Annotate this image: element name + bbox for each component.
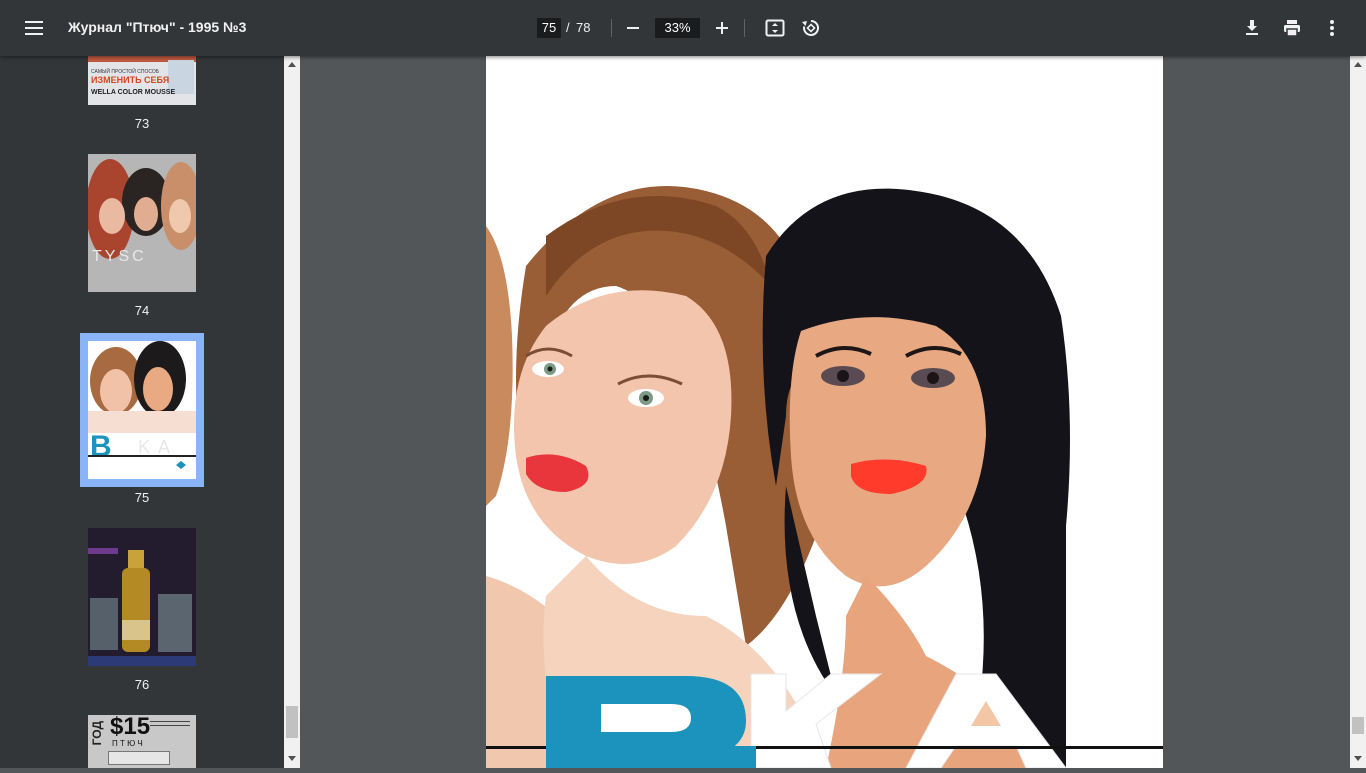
zoom-out-icon[interactable]	[621, 16, 645, 40]
thumbnail-label: 75	[134, 490, 150, 505]
menu-icon[interactable]	[22, 16, 46, 40]
svg-text:A: A	[158, 437, 170, 457]
thumbnail-sidebar: САМЫЙ ПРОСТОЙ СПОСОБ ИЗМЕНИТЬ СЕБЯ WELLA…	[0, 56, 284, 768]
zoom-in-icon[interactable]	[710, 16, 734, 40]
scrollbar-arrows	[286, 62, 298, 761]
page-total: 78	[576, 20, 591, 35]
thumbnail-label: 76	[134, 677, 150, 692]
thumbnail-label: 74	[134, 303, 150, 318]
thumbnail-page-74[interactable]: TYSC	[88, 154, 196, 292]
thumbnail-image	[88, 528, 196, 666]
more-vert-icon[interactable]	[1320, 16, 1344, 40]
thumbnail-page-75[interactable]: B K A	[88, 341, 196, 479]
svg-text:B: B	[90, 430, 112, 463]
thumbnail-text: П Т Ю Ч	[112, 739, 143, 748]
page-photo	[486, 56, 1163, 768]
thumbnail-label: 73	[134, 116, 150, 131]
page-number-input[interactable]: 75	[537, 18, 561, 38]
page-separator: /	[566, 20, 570, 35]
toolbar-divider	[744, 19, 745, 37]
print-icon[interactable]	[1280, 16, 1304, 40]
thumbnail-page-77[interactable]: ГОД $15 П Т Ю Ч	[88, 715, 196, 768]
thumbnail-text: ГОД	[90, 721, 104, 746]
thumbnail-image	[88, 159, 196, 259]
svg-text:K: K	[138, 437, 150, 457]
download-icon[interactable]	[1240, 16, 1264, 40]
pdf-page-75	[486, 56, 1163, 768]
scrollbar-arrows	[1352, 62, 1364, 761]
document-title: Журнал "Птюч" - 1995 №3	[68, 19, 247, 35]
fit-to-page-icon[interactable]	[763, 16, 787, 40]
thumbnail-page-76[interactable]	[88, 528, 196, 666]
toolbar-divider	[611, 19, 612, 37]
thumbnail-page-73[interactable]: САМЫЙ ПРОСТОЙ СПОСОБ ИЗМЕНИТЬ СЕБЯ WELLA…	[88, 56, 196, 105]
rotate-icon[interactable]	[799, 16, 823, 40]
thumbnail-text: ИЗМЕНИТЬ СЕБЯ	[91, 75, 170, 85]
thumbnail-text: WELLA COLOR MOUSSE	[91, 89, 176, 96]
pdf-toolbar: Журнал "Птюч" - 1995 №3 75 / 78 33%	[0, 0, 1366, 56]
sidebar-scrollbar[interactable]	[284, 56, 300, 768]
thumbnail-image: B K A	[88, 341, 196, 469]
thumbnail-text: TYSC	[92, 248, 147, 265]
document-scrollbar[interactable]	[1350, 56, 1366, 768]
thumbnail-text: $15	[110, 715, 151, 740]
zoom-level-input[interactable]: 33%	[655, 18, 700, 38]
